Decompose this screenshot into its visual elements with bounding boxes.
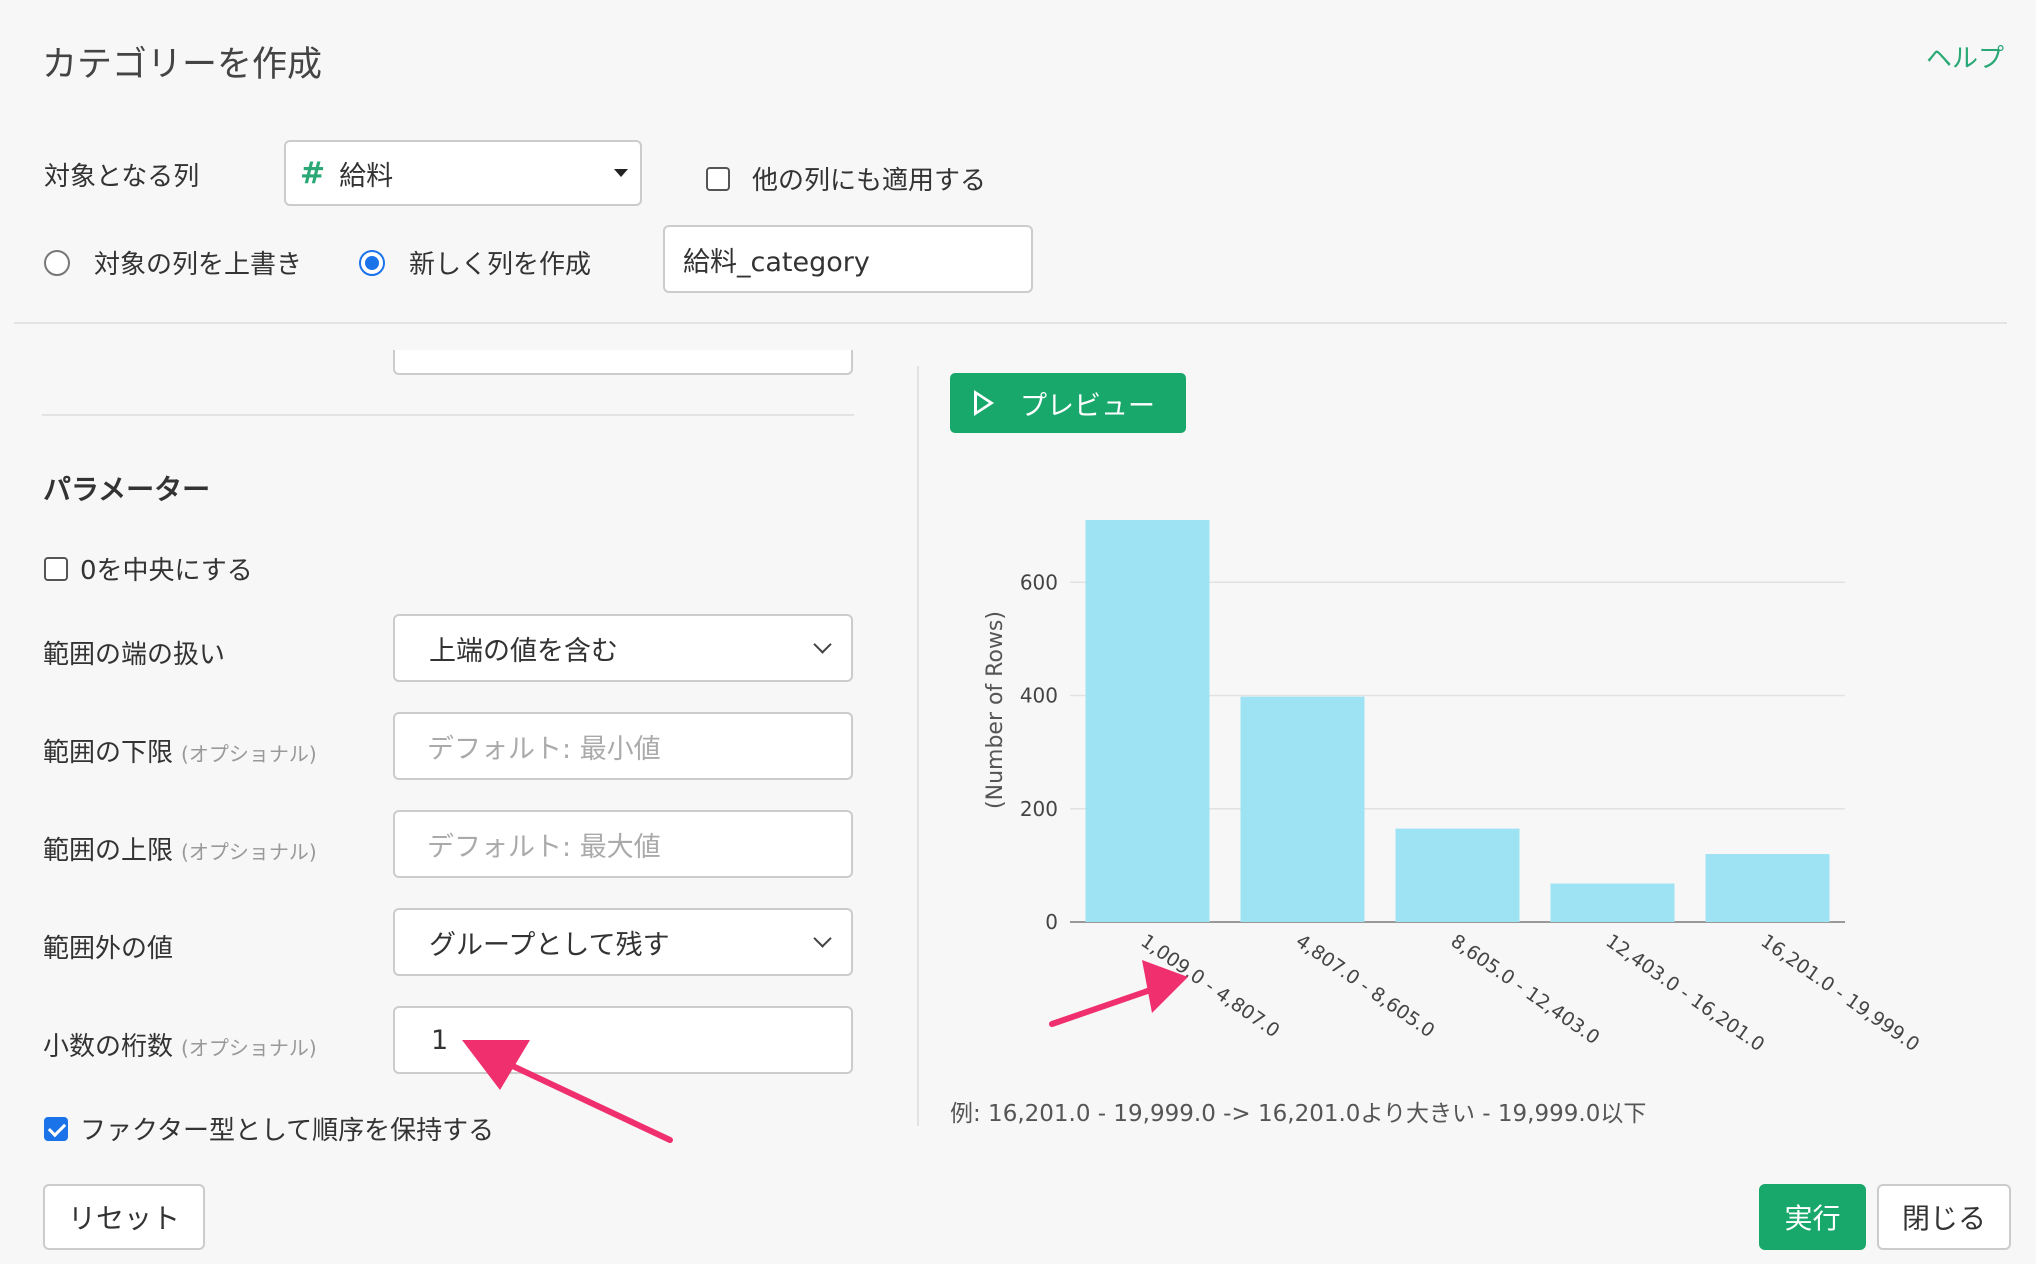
keep-order-label: ファクター型として順序を保持する [80,1116,495,1146]
decimals-input[interactable]: 1 [393,1006,853,1074]
target-column-label: 対象となる列 [44,162,200,192]
panel-divider [917,366,919,1126]
new-column-label: 新しく列を作成 [409,250,592,280]
range-max-optional: (オプショナル) [181,840,317,864]
out-of-range-label: 範囲外の値 [43,934,174,964]
range-max-label: 範囲の上限 [43,836,174,866]
preview-note: 例: 16,201.0 - 19,999.0 -> 16,201.0より大きい … [950,1101,1647,1127]
range-edge-value: 上端の値を含む [429,635,618,667]
section-divider [42,414,854,416]
range-min-optional: (オプショナル) [181,742,317,766]
run-button[interactable]: 実行 [1759,1184,1866,1250]
numeric-column-icon: # [300,155,326,191]
range-min-input[interactable]: デフォルト: 最小値 [393,712,853,780]
help-link[interactable]: ヘルプ [1926,38,2004,75]
chart-y-axis: 0 200 400 600 [1020,570,1058,934]
chevron-down-icon [813,929,832,948]
apply-other-checkbox[interactable] [706,166,730,191]
dialog-title: カテゴリーを作成 [42,45,323,85]
bar [1240,696,1365,922]
x-tick-label: 16,201.0 - 19,999.0 [1757,930,1924,1056]
range-min-label-group: 範囲の下限 (オプショナル) [43,732,317,769]
decimals-optional: (オプショナル) [181,1036,317,1060]
overwrite-radio[interactable] [44,249,70,276]
out-of-range-select[interactable]: グループとして残す [393,908,853,976]
y-tick-label: 400 [1020,684,1058,708]
header-divider [14,322,2007,324]
target-column-value: 給料 [339,160,394,192]
chart-x-axis: 1,009.0 - 4,807.0 4,807.0 - 8,605.0 8,605.… [1137,930,1924,1056]
params-section-title: パラメーター [43,473,211,506]
center-zero-option[interactable]: 0を中央にする [44,550,253,587]
y-tick-label: 600 [1020,570,1058,594]
x-tick-label: 4,807.0 - 8,605.0 [1292,930,1439,1042]
reset-button[interactable]: リセット [43,1184,205,1250]
center-zero-label: 0を中央にする [80,556,253,586]
chart-bars [1085,520,1830,922]
new-column-option[interactable]: 新しく列を作成 [359,244,591,281]
play-icon [974,390,994,416]
bar [1395,828,1520,922]
apply-other-label: 他の列にも適用する [752,166,987,196]
out-of-range-value: グループとして残す [429,929,670,961]
range-max-label-group: 範囲の上限 (オプショナル) [43,830,317,867]
new-column-name-input[interactable]: 給料_category [663,225,1033,293]
preview-button-label: プレビュー [1020,390,1155,422]
x-tick-label: 12,403.0 - 16,201.0 [1602,930,1769,1056]
y-tick-label: 0 [1045,910,1058,934]
target-column-select[interactable]: # 給料 [284,140,642,206]
range-min-label: 範囲の下限 [43,738,174,768]
overwrite-option[interactable]: 対象の列を上書き [44,244,302,281]
range-edge-select[interactable]: 上端の値を含む [393,614,853,682]
keep-order-option[interactable]: ファクター型として順序を保持する [44,1110,494,1147]
new-column-radio[interactable] [359,249,385,276]
keep-order-checkbox[interactable] [44,1116,68,1141]
apply-other-columns[interactable]: 他の列にも適用する [706,160,986,197]
scrolled-field-edge [393,350,853,375]
decimals-label-group: 小数の桁数 (オプショナル) [43,1026,317,1063]
bar [1550,883,1675,922]
y-tick-label: 200 [1020,797,1058,821]
bar [1085,520,1210,922]
y-axis-label: (Number of Rows) [983,611,1008,809]
preview-button[interactable]: プレビュー [950,373,1186,433]
histogram-chart: 0 200 400 600 1,009.0 - 4,807.0 4,807.0 - 8,… [983,520,1924,1056]
center-zero-checkbox[interactable] [44,556,68,581]
bar [1705,854,1830,922]
x-tick-label: 1,009.0 - 4,807.0 [1137,930,1284,1042]
close-button[interactable]: 閉じる [1877,1184,2011,1250]
caret-down-icon [614,169,628,177]
overwrite-label: 対象の列を上書き [94,250,303,280]
chevron-down-icon [813,635,832,654]
x-tick-label: 8,605.0 - 12,403.0 [1447,930,1604,1049]
range-edge-label: 範囲の端の扱い [43,640,226,670]
decimals-label: 小数の桁数 [43,1032,174,1062]
range-max-input[interactable]: デフォルト: 最大値 [393,810,853,878]
